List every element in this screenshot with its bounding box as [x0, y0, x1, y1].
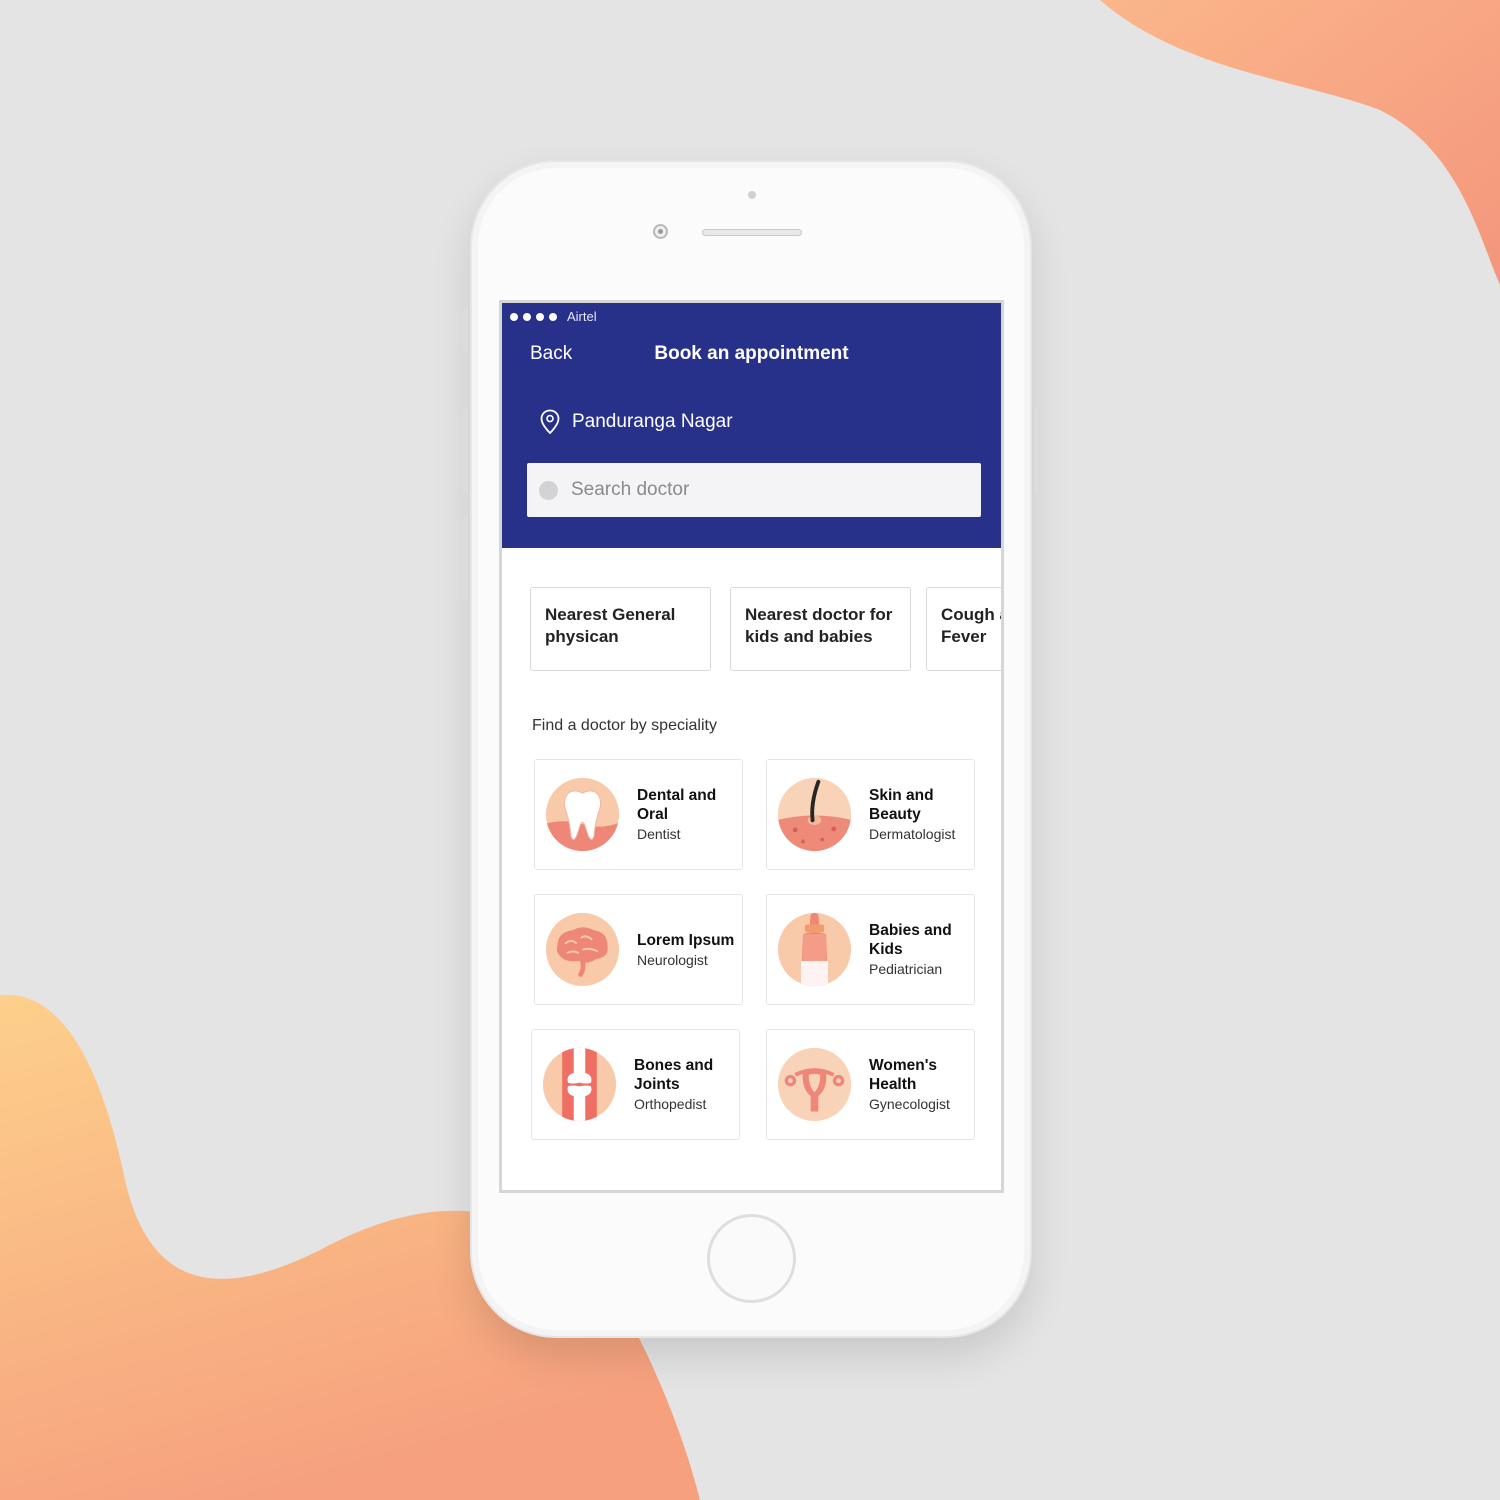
carrier-name: Airtel: [567, 309, 597, 324]
volume-down-button: [463, 515, 468, 601]
speciality-title-line1: Babies and: [869, 922, 952, 939]
baby-bottle-icon: [777, 912, 852, 987]
speciality-subtitle: Neurologist: [637, 951, 708, 968]
brain-icon: [545, 912, 620, 987]
chip-label-line1: Nearest doctor for: [745, 605, 893, 624]
home-button[interactable]: [707, 1214, 796, 1303]
earpiece-speaker: [702, 229, 802, 236]
speciality-card-skin[interactable]: Skin and Beauty Dermatologist: [766, 759, 975, 870]
app-screen: Airtel Book an appointment Back Panduran…: [499, 300, 1004, 1193]
mute-switch: [463, 308, 468, 352]
search-input[interactable]: [571, 479, 951, 501]
status-bar: Airtel: [510, 309, 597, 324]
page-title: Book an appointment: [654, 343, 849, 364]
bone-joint-icon: [542, 1047, 617, 1122]
power-button: [1034, 408, 1039, 494]
speciality-title-line1: Dental and: [637, 787, 717, 804]
speciality-title-line2: Health: [869, 1076, 917, 1093]
tooth-icon: [545, 777, 620, 852]
speciality-card-neuro[interactable]: Lorem Ipsum Neurologist: [534, 894, 743, 1005]
skin-hair-icon: [777, 777, 852, 852]
speciality-title-line2: Kids: [869, 941, 903, 958]
speciality-subtitle: Orthopedist: [634, 1096, 707, 1112]
speciality-subtitle: Dermatologist: [869, 826, 956, 842]
location-selector[interactable]: Panduranga Nagar: [540, 409, 733, 435]
speciality-title-line1: Women's: [869, 1057, 937, 1074]
speciality-card-dental[interactable]: Dental and Oral Dentist: [534, 759, 743, 870]
speciality-card-womens-health[interactable]: Women's Health Gynecologist: [766, 1029, 975, 1140]
speciality-card-bones[interactable]: Bones and Joints Orthopedist: [531, 1029, 740, 1140]
search-icon: [539, 480, 558, 500]
speciality-title-line1: Lorem Ipsum: [637, 931, 735, 949]
chip-label-line1: Nearest General: [545, 605, 676, 624]
chip-nearest-doctor-kids[interactable]: Nearest doctor for kids and babies: [730, 587, 911, 671]
location-name: Panduranga Nagar: [572, 411, 733, 432]
speciality-subtitle: Pediatrician: [869, 961, 943, 977]
app-header: Airtel Book an appointment Back Panduran…: [502, 303, 1001, 548]
speciality-subtitle: Gynecologist: [869, 1096, 950, 1112]
chip-cough-fever[interactable]: Cough and Fever: [926, 587, 1001, 671]
speciality-title-line2: Beauty: [869, 806, 921, 823]
quick-filter-chips: Nearest General physican Nearest doctor …: [530, 587, 1001, 671]
speciality-title-line2: Oral: [637, 806, 669, 823]
chip-label-line2: Fever: [941, 627, 987, 646]
back-button[interactable]: Back: [530, 343, 572, 365]
speciality-card-babies[interactable]: Babies and Kids Pediatrician: [766, 894, 975, 1005]
chip-label-line1: Cough and: [941, 605, 1001, 624]
signal-strength-icon: [510, 312, 557, 321]
chip-nearest-general-physician[interactable]: Nearest General physican: [530, 587, 711, 671]
uterus-icon: [777, 1047, 852, 1122]
speciality-title-line2: Joints: [634, 1076, 680, 1093]
front-camera: [653, 224, 668, 239]
speciality-subtitle: Dentist: [637, 826, 681, 842]
chip-label-line2: physican: [545, 627, 619, 646]
speciality-title-line1: Bones and: [634, 1057, 714, 1074]
location-pin-icon: [540, 409, 560, 435]
search-bar[interactable]: [527, 463, 981, 517]
volume-up-button: [463, 408, 468, 494]
sensor-dot: [748, 191, 756, 199]
speciality-heading: Find a doctor by speciality: [532, 717, 717, 734]
chip-label-line2: kids and babies: [745, 627, 873, 646]
speciality-title-line1: Skin and: [869, 787, 934, 804]
